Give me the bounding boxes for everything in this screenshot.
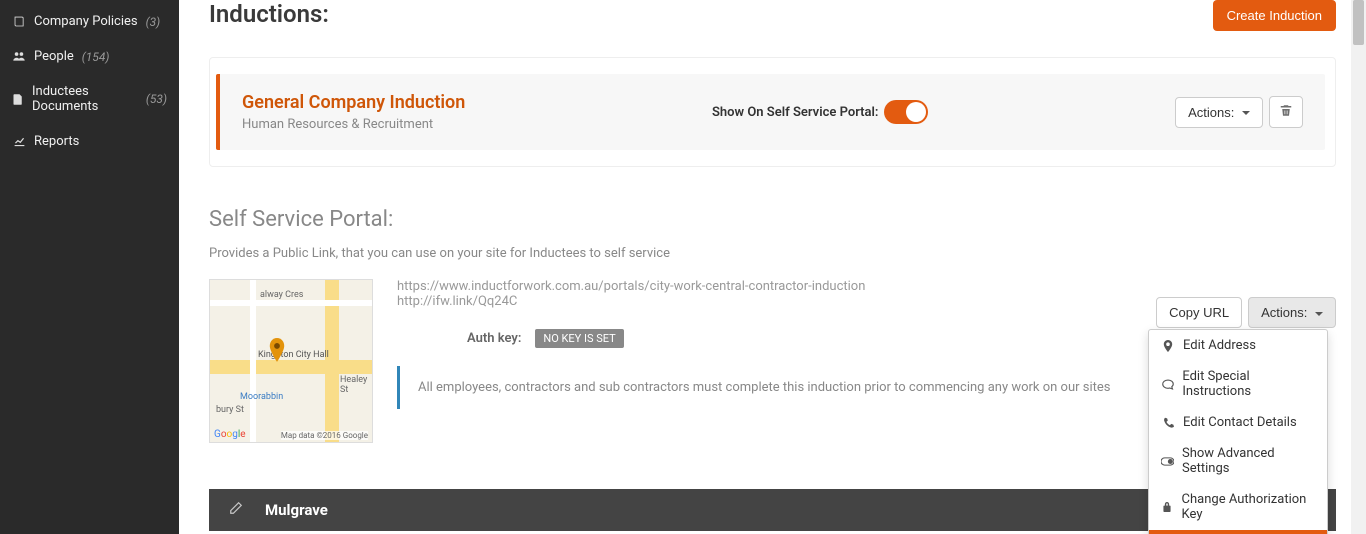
map-pin-icon [268, 338, 284, 362]
toggle-icon [1161, 457, 1174, 466]
menu-edit-address[interactable]: Edit Address [1149, 330, 1327, 361]
menu-label: Edit Special Instructions [1182, 369, 1315, 399]
menu-edit-contact[interactable]: Edit Contact Details [1149, 407, 1327, 438]
lock-icon [1161, 501, 1174, 513]
sidebar-count: (53) [146, 92, 167, 106]
toggle-label: Show On Self Service Portal: [712, 105, 879, 120]
menu-label: Show Advanced Settings [1182, 446, 1315, 476]
actions-label: Actions: [1261, 305, 1307, 320]
chevron-down-icon [1315, 312, 1323, 316]
induction-title[interactable]: General Company Induction [242, 92, 465, 113]
menu-edit-instructions[interactable]: Edit Special Instructions [1149, 361, 1327, 407]
induction-info: General Company Induction Human Resource… [242, 92, 465, 132]
portal-url-long: https://www.inductforwork.com.au/portals… [397, 279, 1336, 294]
sidebar-count: (3) [146, 15, 161, 29]
toggle-knob [906, 102, 926, 122]
induction-subtitle: Human Resources & Recruitment [242, 117, 465, 132]
google-logo: Google [214, 429, 246, 440]
page-scrollbar[interactable] [1351, 0, 1366, 534]
sidebar: Company Policies (3) People (154) Induct… [0, 0, 179, 534]
people-icon [12, 50, 26, 63]
map-attribution: Map data ©2016 Google [281, 431, 368, 440]
sidebar-count: (154) [82, 50, 110, 64]
page-title: Inductions: [209, 0, 329, 28]
main-content: Inductions: Create Induction General Com… [179, 0, 1366, 534]
speech-icon [1161, 379, 1174, 390]
edit-icon[interactable] [229, 501, 243, 519]
scrollbar-thumb[interactable] [1353, 0, 1364, 45]
trash-icon [1280, 104, 1292, 117]
sidebar-item-reports[interactable]: Reports [0, 124, 179, 159]
phone-icon [1161, 417, 1175, 428]
actions-label: Actions: [1188, 105, 1234, 120]
menu-advanced-settings[interactable]: Show Advanced Settings [1149, 438, 1327, 484]
menu-remove-auth-key[interactable]: Remove Authorization Key [1149, 530, 1327, 534]
induction-card: General Company Induction Human Resource… [209, 57, 1336, 167]
chart-icon [12, 135, 26, 148]
induction-actions-dropdown[interactable]: Actions: [1175, 97, 1263, 128]
menu-label: Edit Contact Details [1183, 415, 1297, 430]
menu-label: Change Authorization Key [1182, 492, 1315, 522]
sidebar-item-documents[interactable]: Inductees Documents (53) [0, 74, 179, 124]
sidebar-label: Inductees Documents [32, 84, 138, 114]
auth-key-label: Auth key: [467, 331, 521, 346]
self-service-toggle[interactable] [884, 100, 928, 124]
ssp-description: Provides a Public Link, that you can use… [209, 246, 1336, 261]
sidebar-label: Reports [34, 134, 79, 149]
menu-label: Edit Address [1183, 338, 1256, 353]
sidebar-item-policies[interactable]: Company Policies (3) [0, 4, 179, 39]
delete-induction-button[interactable] [1269, 96, 1303, 128]
menu-change-auth-key[interactable]: Change Authorization Key [1149, 484, 1327, 530]
sidebar-label: Company Policies [34, 14, 138, 29]
book-icon [12, 15, 26, 28]
location-name: Mulgrave [265, 501, 328, 519]
map-preview[interactable]: alway Cres Kingston City Hall Moorabbin … [209, 279, 373, 443]
ssp-actions-dropdown[interactable]: Actions: [1248, 297, 1336, 328]
actions-dropdown-menu: Edit Address Edit Special Instructions E… [1148, 329, 1328, 534]
chevron-down-icon [1242, 111, 1250, 115]
pin-icon [1161, 340, 1175, 352]
ssp-title: Self Service Portal: [209, 207, 1336, 232]
auth-key-badge: NO KEY IS SET [535, 329, 623, 348]
create-induction-button[interactable]: Create Induction [1213, 0, 1336, 31]
sidebar-item-people[interactable]: People (154) [0, 39, 179, 74]
copy-url-button[interactable]: Copy URL [1156, 297, 1242, 328]
sidebar-label: People [34, 49, 74, 64]
document-icon [12, 93, 24, 106]
